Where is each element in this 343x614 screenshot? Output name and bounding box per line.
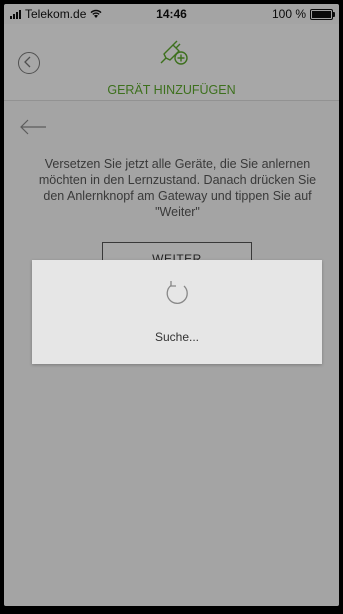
loading-dialog: Suche... bbox=[32, 260, 322, 364]
refresh-spinner-icon bbox=[166, 281, 188, 304]
phone-screen: Telekom.de 14:46 100 % GERÄT HINZUFÜGEN … bbox=[4, 4, 339, 606]
loading-message: Suche... bbox=[154, 330, 200, 344]
